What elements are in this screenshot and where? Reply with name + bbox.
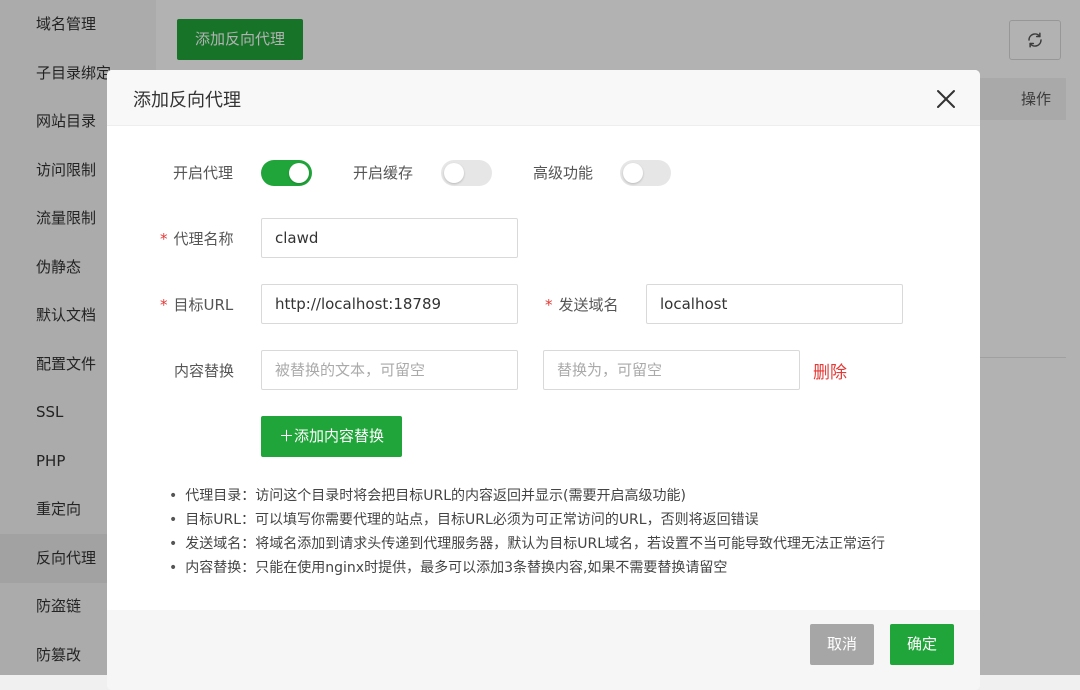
add-content-replace-button[interactable]: ＋添加内容替换 bbox=[261, 416, 402, 457]
target-url-input[interactable] bbox=[261, 284, 518, 324]
proxy-name-input[interactable] bbox=[261, 218, 518, 258]
dialog-header: 添加反向代理 bbox=[107, 70, 980, 126]
toggle-knob bbox=[623, 163, 643, 183]
replace-from-input[interactable] bbox=[261, 350, 518, 390]
proxy-name-label-text: 代理名称 bbox=[173, 230, 234, 248]
target-url-label: * 目标URL bbox=[160, 294, 233, 315]
proxy-toggle[interactable] bbox=[261, 160, 312, 186]
tip-item: 发送域名：将域名添加到请求头传递到代理服务器，默认为目标URL域名，若设置不当可… bbox=[169, 532, 969, 556]
cache-toggle[interactable] bbox=[441, 160, 492, 186]
send-domain-label-text: 发送域名 bbox=[558, 296, 619, 314]
dialog-title: 添加反向代理 bbox=[133, 90, 241, 111]
cache-toggle-label: 开启缓存 bbox=[353, 164, 414, 182]
send-domain-input[interactable] bbox=[646, 284, 903, 324]
advanced-toggle-label: 高级功能 bbox=[533, 164, 594, 182]
add-reverse-proxy-dialog: 添加反向代理 开启代理 开启缓存 高级功能 * 代理名称 * 目标URL * 发送域名… bbox=[107, 70, 980, 690]
help-tips: 代理目录：访问这个目录时将会把目标URL的内容返回并显示(需要开启高级功能) 目… bbox=[169, 484, 969, 580]
tip-item: 目标URL：可以填写你需要代理的站点，目标URL必须为可正常访问的URL，否则将… bbox=[169, 508, 969, 532]
required-mark: * bbox=[160, 230, 168, 248]
proxy-toggle-label: 开启代理 bbox=[173, 164, 234, 182]
content-replace-label: 内容替换 bbox=[174, 362, 235, 380]
confirm-button[interactable]: 确定 bbox=[890, 624, 954, 665]
delete-replace-link[interactable]: 删除 bbox=[813, 358, 847, 383]
replace-to-input[interactable] bbox=[543, 350, 800, 390]
advanced-toggle[interactable] bbox=[620, 160, 671, 186]
send-domain-label: * 发送域名 bbox=[545, 294, 619, 315]
required-mark: * bbox=[545, 296, 553, 314]
cancel-button[interactable]: 取消 bbox=[810, 624, 874, 665]
proxy-name-label: * 代理名称 bbox=[160, 228, 234, 249]
target-url-label-text: 目标URL bbox=[173, 296, 234, 314]
tip-item: 代理目录：访问这个目录时将会把目标URL的内容返回并显示(需要开启高级功能) bbox=[169, 484, 969, 508]
toggle-knob bbox=[444, 163, 464, 183]
close-icon bbox=[937, 90, 955, 108]
required-mark: * bbox=[160, 296, 168, 314]
tip-item: 内容替换：只能在使用nginx时提供，最多可以添加3条替换内容,如果不需要替换请… bbox=[169, 556, 969, 580]
toggle-knob bbox=[289, 163, 309, 183]
close-button[interactable] bbox=[935, 88, 957, 110]
